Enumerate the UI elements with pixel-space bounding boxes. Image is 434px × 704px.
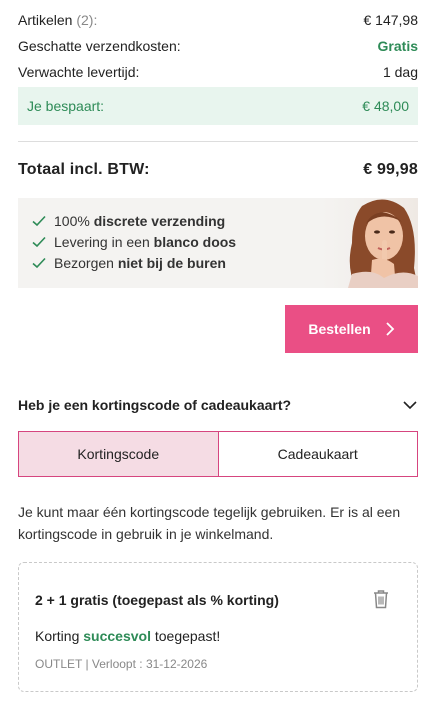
promo-text-bold: blanco doos (153, 233, 237, 250)
delivery-label: Verwachte levertijd: (18, 64, 140, 80)
total-value: € 99,98 (363, 161, 418, 178)
status-text: Korting (35, 628, 80, 644)
check-icon (32, 215, 46, 226)
tab-kortingscode[interactable]: Kortingscode (19, 432, 219, 476)
promo-text: Levering in een (54, 233, 150, 250)
status-text: toegepast! (154, 628, 221, 644)
promo-text-bold: niet bij de buren (117, 254, 226, 271)
shipping-row: Geschatte verzendkosten: Gratis (18, 33, 418, 59)
discreet-shipping-banner: 100% discrete verzending Levering in een… (18, 198, 418, 288)
savings-label: Je bespaart: (27, 98, 105, 114)
total-row: Totaal incl. BTW: € 99,98 (18, 142, 418, 198)
tab-cadeaukaart[interactable]: Cadeaukaart (218, 432, 417, 476)
total-label: Totaal incl. BTW: (18, 161, 150, 178)
items-value: € 147,98 (363, 12, 419, 28)
applied-code-meta: OUTLET | Verloopt : 31-12-2026 (35, 657, 208, 671)
items-count: (2): (76, 12, 98, 28)
check-icon (32, 257, 46, 268)
savings-row: Je bespaart: € 48,00 (18, 87, 418, 125)
order-button-label: Bestellen (308, 321, 371, 337)
applied-code-card: 2 + 1 gratis (toegepast als % korting) K… (18, 562, 418, 692)
coupon-heading: Heb je een kortingscode of cadeaukaart? (18, 397, 292, 413)
cart-summary: Artikelen (2): € 147,98 Geschatte verzen… (0, 7, 434, 704)
applied-code-status: Korting succesvol toegepast! (35, 628, 220, 644)
applied-code-title: 2 + 1 gratis (toegepast als % korting) (35, 592, 279, 608)
chevron-down-icon (403, 401, 417, 410)
coupon-info-text: Je kunt maar één kortingscode tegelijk g… (18, 504, 401, 542)
status-success-word: succesvol (83, 628, 151, 644)
check-icon (32, 236, 46, 247)
promo-text-bold: discrete verzending (93, 212, 226, 229)
shipping-value: Gratis (377, 38, 418, 54)
promo-text: 100% (54, 212, 90, 229)
promo-text: Bezorgen (54, 254, 114, 271)
savings-value: € 48,00 (362, 98, 409, 114)
coupon-tabs: Kortingscode Cadeaukaart (18, 431, 418, 477)
items-label: Artikelen (18, 12, 73, 28)
delivery-row: Verwachte levertijd: 1 dag (18, 59, 418, 85)
trash-icon[interactable] (372, 589, 390, 609)
coupon-toggle[interactable]: Heb je een kortingscode of cadeaukaart? (18, 393, 418, 417)
order-button[interactable]: Bestellen (285, 305, 418, 353)
chevron-right-icon (385, 322, 394, 336)
items-row: Artikelen (2): € 147,98 (18, 7, 418, 33)
shipping-label: Geschatte verzendkosten: (18, 38, 181, 54)
delivery-value: 1 dag (382, 64, 418, 80)
woman-shush-photo (322, 198, 418, 288)
